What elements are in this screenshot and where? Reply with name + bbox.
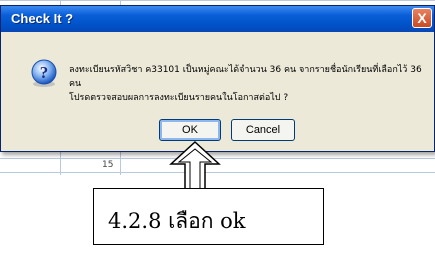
dialog-titlebar[interactable]: Check It ? X [1,6,434,32]
instruction-callout: 4.2.8 เลือก ok [93,188,324,245]
close-icon: X [417,10,427,26]
instruction-text: 4.2.8 เลือก ok [108,209,246,233]
question-icon: ? [31,59,57,87]
grid-line [0,0,435,1]
row-number: 15 [102,160,114,170]
svg-text:?: ? [40,63,49,82]
dialog-message: ลงทะเบียนรหัสวิชา ค33101 เป็นหมู่คณะได้จ… [69,63,431,105]
ok-button[interactable]: OK [159,119,221,141]
message-line: โปรดตรวจสอบผลการลงทะเบียนรายคนในโอกาสต่อ… [69,93,289,103]
cancel-button[interactable]: Cancel [231,119,295,141]
dialog-title: Check It ? [11,11,74,26]
check-it-dialog: Check It ? X ? ลงทะเบียนรหัสวิชา ค33101 … [0,5,435,152]
message-line: ลงทะเบียนรหัสวิชา ค33101 เป็นหมู่คณะได้จ… [69,65,422,89]
close-button[interactable]: X [412,8,432,28]
